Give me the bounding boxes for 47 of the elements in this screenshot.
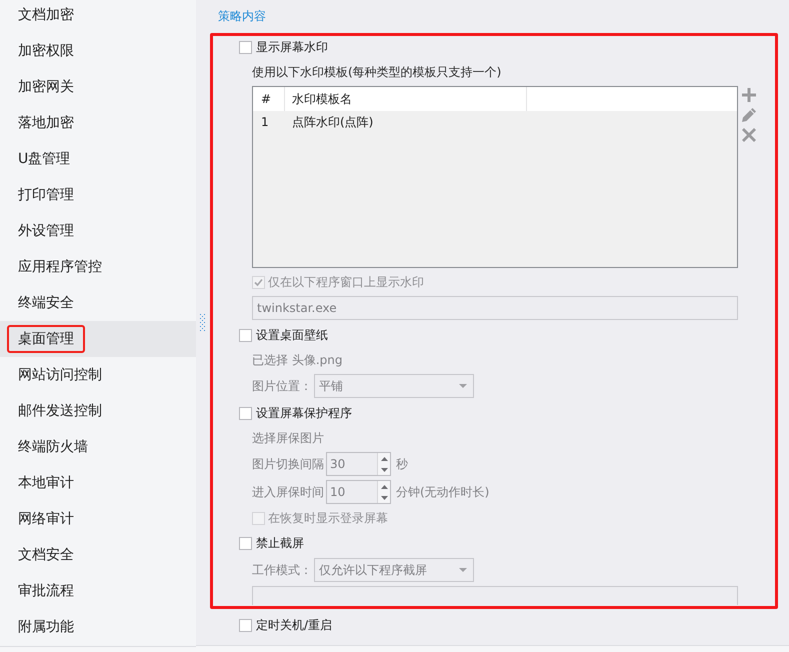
checkbox[interactable] [239, 40, 252, 54]
sidebar-item[interactable]: 打印管理 [0, 177, 196, 213]
field-label: 工作模式： [252, 562, 312, 578]
sidebar-item[interactable]: 本地审计 [0, 465, 196, 501]
caret-icon [459, 568, 467, 572]
sidebar-item[interactable]: 文档加密 [0, 0, 196, 33]
sidebar-item[interactable]: 落地加密 [0, 105, 196, 141]
sidebar-item[interactable]: 加密网关 [0, 69, 196, 105]
checkbox[interactable] [239, 406, 252, 420]
cross-icon[interactable] [742, 128, 756, 142]
sidebar-item[interactable]: 网络审计 [0, 501, 196, 537]
section-title: 策略内容 [217, 8, 266, 25]
sidebar-item[interactable]: 审批流程 [0, 573, 196, 609]
checkbox[interactable] [239, 328, 252, 342]
checkbox[interactable] [239, 618, 252, 632]
checkbox[interactable] [239, 536, 252, 550]
checkbox-label[interactable]: 显示屏幕水印 [256, 38, 328, 56]
unit-label: 分钟(无动作时长) [396, 484, 490, 500]
table-cell-text: 点阵水印(点阵) [291, 114, 374, 130]
checkbox-label[interactable]: 设置屏幕保护程序 [256, 404, 352, 422]
sidebar-item[interactable]: 文档安全 [0, 537, 196, 573]
sidebar-item[interactable]: 桌面管理 [0, 321, 196, 357]
field-label: 进入屏保时间 [252, 484, 324, 500]
checkbox-label[interactable]: 设置桌面壁纸 [256, 326, 328, 344]
column-header[interactable]: 水印模板名 [285, 87, 527, 111]
hint-text: 使用以下水印模板(每种类型的模板只支持一个) [252, 64, 502, 80]
pencil-icon[interactable] [742, 108, 756, 122]
sidebar-item[interactable]: 外设管理 [0, 213, 196, 249]
caret-icon [459, 384, 467, 388]
table-cell-text: 1 [260, 114, 270, 131]
sidebar-item[interactable]: 邮件发送控制 [0, 393, 196, 429]
hint-text: 已选择 头像.png [252, 352, 342, 368]
hint-text: 选择屏保图片 [252, 430, 324, 446]
field-label: 图片位置： [252, 378, 312, 394]
column-header[interactable]: # [253, 87, 285, 111]
unit-label: 秒 [396, 456, 408, 472]
sidebar-item[interactable]: 终端防火墙 [0, 429, 196, 465]
sidebar-item[interactable]: 附属功能 [0, 609, 196, 645]
checkbox-label[interactable]: 定时关机/重启 [256, 616, 332, 634]
sidebar-item[interactable]: 应用程序管控 [0, 249, 196, 285]
plus-icon[interactable] [742, 88, 756, 102]
sidebar-item[interactable]: 加密权限 [0, 33, 196, 69]
sidebar-item[interactable]: U盘管理 [0, 141, 196, 177]
checkbox-label[interactable]: 禁止截屏 [256, 534, 304, 552]
sidebar-item[interactable]: 终端安全 [0, 285, 196, 321]
sidebar-item[interactable]: 网站访问控制 [0, 357, 196, 393]
field-label: 图片切换间隔 [252, 456, 324, 472]
